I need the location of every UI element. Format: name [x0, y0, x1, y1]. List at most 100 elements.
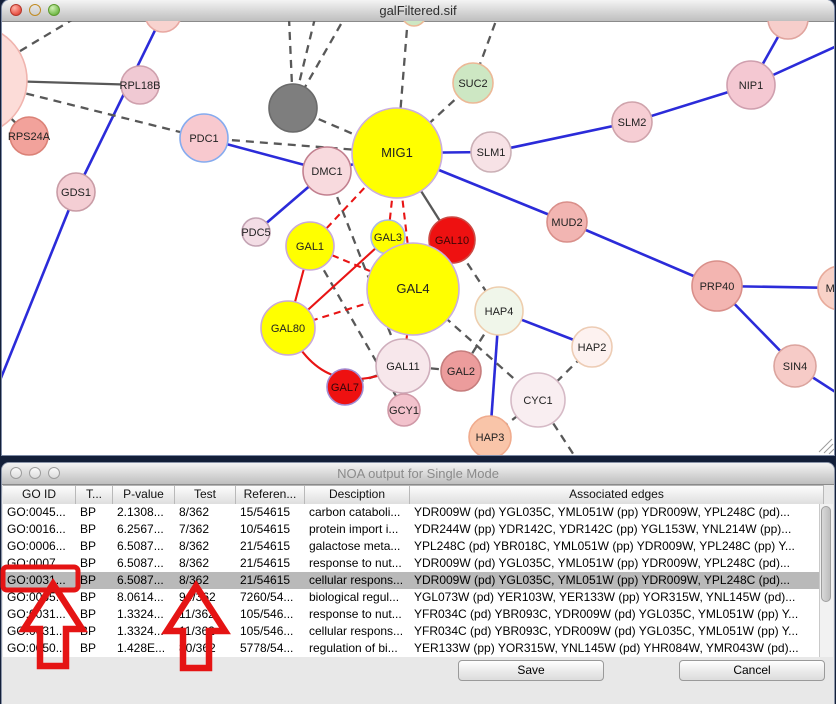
- graph-node-MIG1[interactable]: MIG1: [352, 108, 442, 198]
- column-header-test[interactable]: Test: [175, 486, 236, 504]
- table-cell[interactable]: 6.5087...: [113, 538, 175, 555]
- table-cell[interactable]: BP: [76, 538, 113, 555]
- graph-node-SLM2[interactable]: SLM2: [612, 102, 652, 142]
- table-cell[interactable]: GO:0050...: [3, 640, 76, 657]
- table-cell[interactable]: protein import i...: [305, 521, 410, 538]
- table-cell[interactable]: 7/362: [175, 521, 236, 538]
- table-cell[interactable]: GO:0016...: [3, 521, 76, 538]
- graph-window-titlebar[interactable]: galFiltered.sif: [2, 0, 834, 22]
- table-cell[interactable]: biological regul...: [305, 589, 410, 606]
- graph-node-SUC2[interactable]: SUC2: [453, 63, 493, 103]
- graph-node-PDC1[interactable]: PDC1: [180, 114, 228, 162]
- table-cell[interactable]: 8/362: [175, 538, 236, 555]
- table-cell[interactable]: 105/546...: [236, 606, 305, 623]
- column-header-referen-[interactable]: Referen...: [236, 486, 305, 504]
- table-cell[interactable]: 10/54615: [236, 521, 305, 538]
- table-cell[interactable]: YGL073W (pd) YER103W, YER133W (pp) YOR31…: [410, 589, 824, 606]
- node-circle[interactable]: [402, 21, 426, 26]
- graph-node-GAL7[interactable]: GAL7: [327, 369, 363, 405]
- table-cell[interactable]: BP: [76, 623, 113, 640]
- table-cell[interactable]: BP: [76, 521, 113, 538]
- table-row[interactable]: GO:0031...BP6.5087...8/36221/54615cellul…: [3, 572, 824, 589]
- graph-node-GAL80[interactable]: GAL80: [261, 301, 315, 355]
- column-header-p-value[interactable]: P-value: [113, 486, 175, 504]
- graph-node-DMC1[interactable]: DMC1: [303, 147, 351, 195]
- table-cell[interactable]: YER133W (pp) YOR315W, YNL145W (pd) YHR08…: [410, 640, 824, 657]
- table-cell[interactable]: GO:0006...: [3, 538, 76, 555]
- table-cell[interactable]: cellular respons...: [305, 572, 410, 589]
- graph-node-topRightPink[interactable]: [768, 21, 808, 39]
- table-cell[interactable]: 6.5087...: [113, 555, 175, 572]
- table-cell[interactable]: BP: [76, 606, 113, 623]
- graph-node-CYC1[interactable]: CYC1: [511, 373, 565, 427]
- table-cell[interactable]: BP: [76, 589, 113, 606]
- table-cell[interactable]: 80/362: [175, 640, 236, 657]
- table-cell[interactable]: GO:0045...: [3, 504, 76, 521]
- table-cell[interactable]: GO:0031...: [3, 606, 76, 623]
- table-cell[interactable]: 1.3324...: [113, 606, 175, 623]
- graph-node-MSL5[interactable]: MSL5: [818, 266, 834, 310]
- graph-node-grayNode[interactable]: [269, 84, 317, 132]
- node-circle[interactable]: [768, 21, 808, 39]
- table-cell[interactable]: BP: [76, 572, 113, 589]
- table-cell[interactable]: YDR009W (pd) YGL035C, YML051W (pp) YDR00…: [410, 572, 824, 589]
- table-cell[interactable]: 8/362: [175, 572, 236, 589]
- table-cell[interactable]: 8/362: [175, 555, 236, 572]
- table-cell[interactable]: YDR244W (pp) YDR142C, YDR142C (pp) YGL15…: [410, 521, 824, 538]
- table-row[interactable]: GO:0050...BP1.428E...80/3625778/54...reg…: [3, 640, 824, 657]
- table-cell[interactable]: 2.1308...: [113, 504, 175, 521]
- table-row[interactable]: GO:0016...BP6.2567...7/36210/54615protei…: [3, 521, 824, 538]
- table-cell[interactable]: 21/54615: [236, 555, 305, 572]
- table-cell[interactable]: YDR009W (pd) YGL035C, YML051W (pp) YDR00…: [410, 555, 824, 572]
- graph-node-HAP3[interactable]: HAP3: [469, 416, 511, 455]
- noa-window-titlebar[interactable]: NOA output for Single Mode: [2, 463, 834, 485]
- table-cell[interactable]: regulation of bi...: [305, 640, 410, 657]
- graph-node-SLM1[interactable]: SLM1: [471, 132, 511, 172]
- table-cell[interactable]: GO:0031...: [3, 623, 76, 640]
- table-cell[interactable]: YPL248C (pd) YBR018C, YML051W (pp) YDR00…: [410, 538, 824, 555]
- table-row[interactable]: GO:0031...BP1.3324...11/362105/546...cel…: [3, 623, 824, 640]
- column-header-t-[interactable]: T...: [76, 486, 113, 504]
- graph-node-SIN4[interactable]: SIN4: [774, 345, 816, 387]
- save-button[interactable]: Save: [458, 660, 604, 681]
- table-cell[interactable]: response to nut...: [305, 555, 410, 572]
- resize-grip[interactable]: [819, 439, 834, 454]
- graph-node-GAL1[interactable]: GAL1: [286, 222, 334, 270]
- table-cell[interactable]: 5778/54...: [236, 640, 305, 657]
- graph-node-GAL2[interactable]: GAL2: [441, 351, 481, 391]
- graph-node-RPL18B[interactable]: RPL18B: [120, 66, 161, 104]
- cancel-button[interactable]: Cancel: [679, 660, 825, 681]
- graph-node-MUD2[interactable]: MUD2: [547, 202, 587, 242]
- graph-node-HAP4[interactable]: HAP4: [475, 287, 523, 335]
- graph-node-topGreen[interactable]: [402, 21, 426, 26]
- graph-node-NIP1[interactable]: NIP1: [727, 61, 775, 109]
- table-cell[interactable]: 1.428E...: [113, 640, 175, 657]
- table-row[interactable]: GO:0031...BP1.3324...11/362105/546...res…: [3, 606, 824, 623]
- table-cell[interactable]: BP: [76, 504, 113, 521]
- table-cell[interactable]: 11/362: [175, 623, 236, 640]
- table-cell[interactable]: 8/362: [175, 504, 236, 521]
- graph-node-PRP40[interactable]: PRP40: [692, 261, 742, 311]
- table-cell[interactable]: GO:0065...: [3, 589, 76, 606]
- table-cell[interactable]: carbon cataboli...: [305, 504, 410, 521]
- scrollbar-thumb[interactable]: [821, 506, 831, 602]
- table-cell[interactable]: YFR034C (pd) YBR093C, YDR009W (pd) YGL03…: [410, 623, 824, 640]
- table-cell[interactable]: 94/362: [175, 589, 236, 606]
- vertical-scrollbar[interactable]: [819, 504, 833, 657]
- graph-node-PDC5[interactable]: PDC5: [241, 218, 270, 246]
- table-cell[interactable]: YFR034C (pd) YBR093C, YDR009W (pd) YGL03…: [410, 606, 824, 623]
- table-cell[interactable]: 1.3324...: [113, 623, 175, 640]
- table-cell[interactable]: 7260/54...: [236, 589, 305, 606]
- column-header-desciption[interactable]: Desciption: [305, 486, 410, 504]
- table-cell[interactable]: 6.5087...: [113, 572, 175, 589]
- table-cell[interactable]: 15/54615: [236, 504, 305, 521]
- graph-node-GDS1[interactable]: GDS1: [57, 173, 95, 211]
- table-cell[interactable]: YDR009W (pd) YGL035C, YML051W (pp) YDR00…: [410, 504, 824, 521]
- network-canvas[interactable]: RPL18BRPS24AGDS1PDC1DMC1MIG1SUC2SLM1SLM2…: [2, 21, 834, 455]
- column-header-go-id[interactable]: GO ID: [3, 486, 76, 504]
- node-circle[interactable]: [145, 21, 181, 32]
- graph-node-HAP2[interactable]: HAP2: [572, 327, 612, 367]
- table-cell[interactable]: 8.0614...: [113, 589, 175, 606]
- table-row[interactable]: GO:0007...BP6.5087...8/36221/54615respon…: [3, 555, 824, 572]
- table-cell[interactable]: 21/54615: [236, 572, 305, 589]
